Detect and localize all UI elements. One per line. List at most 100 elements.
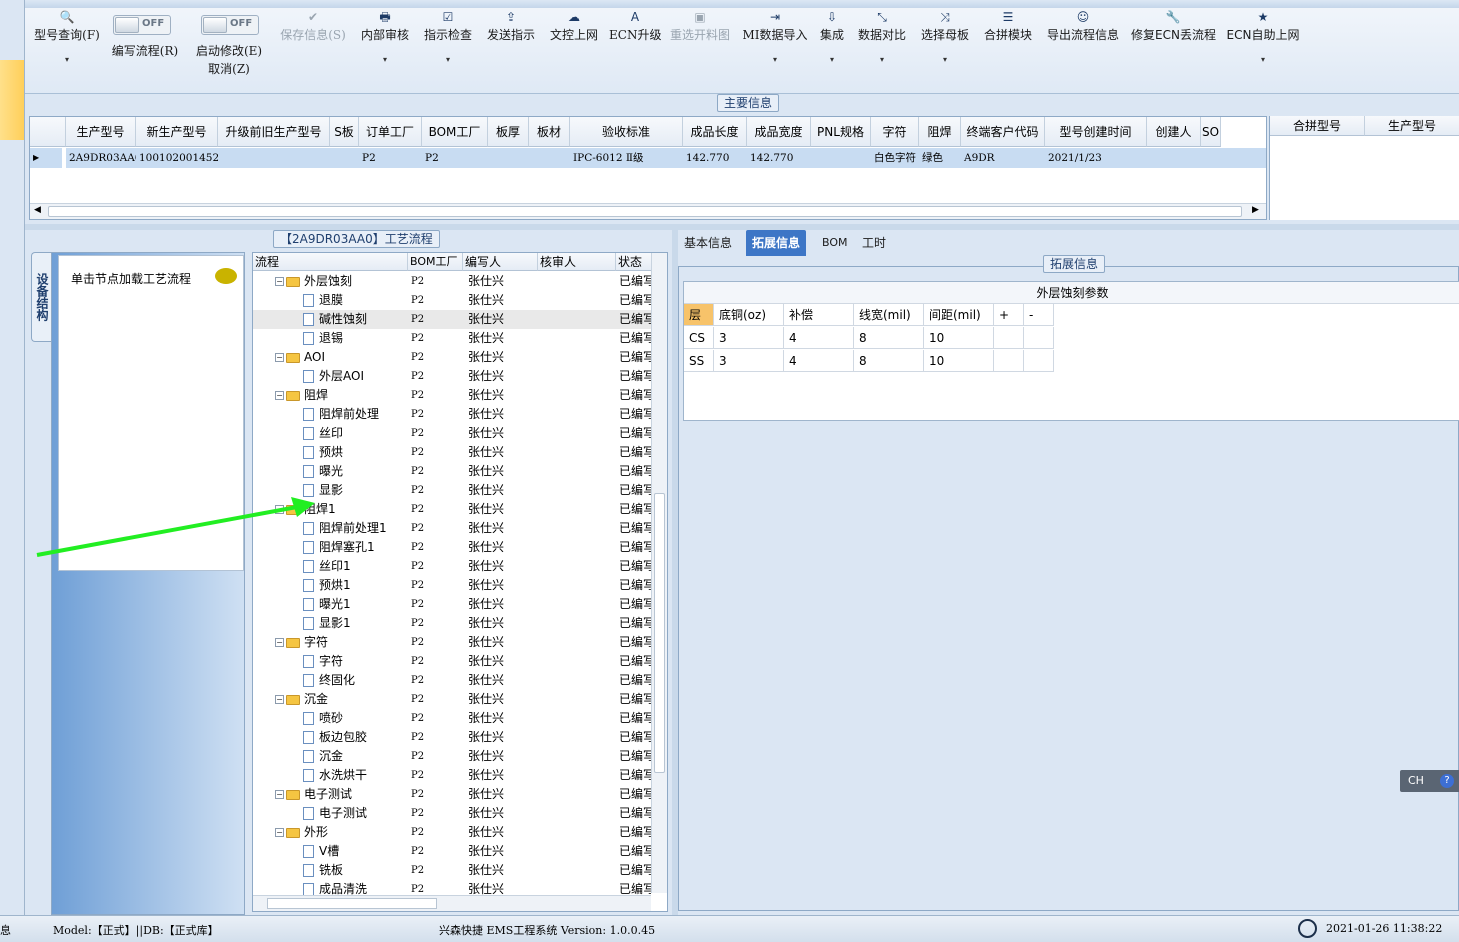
grid-col-13[interactable]: 阻焊 <box>919 117 961 147</box>
tree-row[interactable]: 板边包胶 P2 张仕兴 已编写 <box>253 728 651 747</box>
start-edit-toggle[interactable]: OFF <box>201 15 259 35</box>
collapse-icon[interactable]: − <box>275 391 284 400</box>
tab-basic-info[interactable]: 基本信息 <box>678 230 738 256</box>
tree-node[interactable]: 铣板 <box>253 861 408 880</box>
scroll-thumb[interactable] <box>654 493 665 773</box>
tree-node[interactable]: − 沉金 <box>253 690 408 709</box>
params-cell[interactable]: SS <box>684 350 714 372</box>
grid-cell[interactable]: 绿色 <box>919 148 961 168</box>
tree-horizontal-scrollbar[interactable] <box>253 895 651 911</box>
tree-node[interactable]: 板边包胶 <box>253 728 408 747</box>
instruction-check-button[interactable]: ☑ 指示检查 ▾ <box>421 8 475 88</box>
tree-node[interactable]: − 阻焊 <box>253 386 408 405</box>
scroll-thumb[interactable] <box>48 206 1242 217</box>
tree-row[interactable]: 碱性蚀刻 P2 张仕兴 已编写 <box>253 310 651 329</box>
send-instruction-button[interactable]: ⇪ 发送指示 <box>484 8 538 88</box>
tree-row[interactable]: 预烘 P2 张仕兴 已编写 <box>253 443 651 462</box>
tree-node[interactable]: 字符 <box>253 652 408 671</box>
grid-col-3[interactable]: S板 <box>330 117 359 147</box>
grid-cell[interactable] <box>488 148 529 168</box>
collapse-icon[interactable]: − <box>275 695 284 704</box>
scroll-thumb[interactable] <box>267 898 437 909</box>
params-cell[interactable] <box>1024 350 1054 372</box>
grid-cell[interactable] <box>1147 148 1201 168</box>
grid-cell[interactable]: IPC-6012 Ⅱ级 <box>570 148 683 168</box>
tree-row[interactable]: 退膜 P2 张仕兴 已编写 <box>253 291 651 310</box>
vertical-scrollbar[interactable] <box>651 253 667 893</box>
params-cell[interactable]: 8 <box>854 350 924 372</box>
tree-row[interactable]: 终固化 P2 张仕兴 已编写 <box>253 671 651 690</box>
grid-col-6[interactable]: 板厚 <box>488 117 529 147</box>
chevron-down-icon[interactable]: ▾ <box>358 55 412 64</box>
tree-node[interactable]: 喷砂 <box>253 709 408 728</box>
tree-row[interactable]: 丝印 P2 张仕兴 已编写 <box>253 424 651 443</box>
cancel-button[interactable]: 取消(Z) <box>197 60 261 76</box>
tree-row[interactable]: 外层AOI P2 张仕兴 已编写 <box>253 367 651 386</box>
tree-row[interactable]: 曝光 P2 张仕兴 已编写 <box>253 462 651 481</box>
tree-node[interactable]: − 字符 <box>253 633 408 652</box>
merge-module-button[interactable]: ☰ 合拼模块 <box>981 8 1035 88</box>
grid-cell[interactable]: 142.770 <box>747 148 811 168</box>
grid-col-9[interactable]: 成品长度 <box>683 117 747 147</box>
params-cell[interactable]: 3 <box>714 327 784 349</box>
params-cell[interactable]: CS <box>684 327 714 349</box>
grid-col-10[interactable]: 成品宽度 <box>747 117 811 147</box>
mi-import-button[interactable]: ⇥ MI数据导入 ▾ <box>742 8 808 88</box>
grid-col-5[interactable]: BOM工厂 <box>422 117 488 147</box>
tree-row[interactable]: 字符 P2 张仕兴 已编写 <box>253 652 651 671</box>
internal-review-button[interactable]: 🖶 内部审核 ▾ <box>358 8 412 88</box>
tree-row[interactable]: 铣板 P2 张仕兴 已编写 <box>253 861 651 880</box>
params-cell[interactable] <box>994 350 1024 372</box>
grid-cell[interactable]: 142.770 <box>683 148 747 168</box>
tree-row[interactable]: − 字符 P2 张仕兴 已编写 <box>253 633 651 652</box>
tree-row[interactable]: 沉金 P2 张仕兴 已编写 <box>253 747 651 766</box>
tree-row[interactable]: 水洗烘干 P2 张仕兴 已编写 <box>253 766 651 785</box>
collapse-icon[interactable]: − <box>275 353 284 362</box>
collapse-icon[interactable]: − <box>275 638 284 647</box>
grid-col-17[interactable]: SO <box>1201 117 1221 147</box>
params-cell[interactable]: 4 <box>784 350 854 372</box>
save-info-button[interactable]: ✔ 保存信息(S) <box>277 8 349 88</box>
export-flow-button[interactable]: ☺ 导出流程信息 <box>1043 8 1123 88</box>
tab-extended-info[interactable]: 拓展信息 <box>746 230 807 256</box>
collapse-icon[interactable]: − <box>275 790 284 799</box>
horizontal-scrollbar[interactable]: ◀ ▶ <box>30 203 1266 219</box>
grid-col-4[interactable]: 订单工厂 <box>359 117 422 147</box>
tree-row[interactable]: 显影1 P2 张仕兴 已编写 <box>253 614 651 633</box>
grid-col-1[interactable]: 新生产型号 <box>136 117 218 147</box>
tree-row[interactable]: − AOI P2 张仕兴 已编写 <box>253 348 651 367</box>
repair-ecn-button[interactable]: 🔧 修复ECN丢流程 <box>1131 8 1216 88</box>
tree-node[interactable]: 显影1 <box>253 614 408 633</box>
grid-cell[interactable] <box>811 148 871 168</box>
scroll-left-icon[interactable]: ◀ <box>34 205 41 215</box>
tree-node[interactable]: 外层AOI <box>253 367 408 386</box>
start-edit-button[interactable]: 启动修改(E) <box>191 42 267 58</box>
collapse-icon[interactable]: − <box>275 277 284 286</box>
tree-node[interactable]: 终固化 <box>253 671 408 690</box>
data-compare-button[interactable]: ⤡ 数据对比 ▾ <box>855 8 909 88</box>
grid-cell[interactable]: 白色字符 <box>871 148 919 168</box>
tree-node[interactable]: 电子测试 <box>253 804 408 823</box>
tree-node[interactable]: − 外形 <box>253 823 408 842</box>
grid-cell[interactable] <box>1201 148 1221 168</box>
reselect-cutting-button[interactable]: ▣ 重选开料图 <box>668 8 732 88</box>
equipment-structure-tab[interactable]: 设备结构 <box>31 252 51 342</box>
grid-col-2[interactable]: 升级前旧生产型号 <box>218 117 330 147</box>
grid-cell[interactable] <box>330 148 359 168</box>
tree-node[interactable]: 曝光 <box>253 462 408 481</box>
chevron-down-icon[interactable]: ▾ <box>1225 55 1301 64</box>
tab-bom[interactable]: BOM <box>816 230 854 256</box>
params-cell[interactable] <box>1024 327 1054 349</box>
tree-row[interactable]: 喷砂 P2 张仕兴 已编写 <box>253 709 651 728</box>
tree-row[interactable]: 曝光1 P2 张仕兴 已编写 <box>253 595 651 614</box>
ecn-upgrade-button[interactable]: A ECN升级 <box>609 8 661 88</box>
help-icon[interactable]: ? <box>1440 774 1454 788</box>
chevron-down-icon[interactable]: ▾ <box>742 55 808 64</box>
chevron-down-icon[interactable]: ▾ <box>815 55 849 64</box>
chevron-down-icon[interactable]: ▾ <box>918 55 972 64</box>
grid-col-12[interactable]: 字符 <box>871 117 919 147</box>
tree-row[interactable]: 预烘1 P2 张仕兴 已编写 <box>253 576 651 595</box>
tree-row[interactable]: 阻焊前处理 P2 张仕兴 已编写 <box>253 405 651 424</box>
tree-node[interactable]: − 外层蚀刻 <box>253 272 408 291</box>
grid-cell[interactable] <box>218 148 330 168</box>
